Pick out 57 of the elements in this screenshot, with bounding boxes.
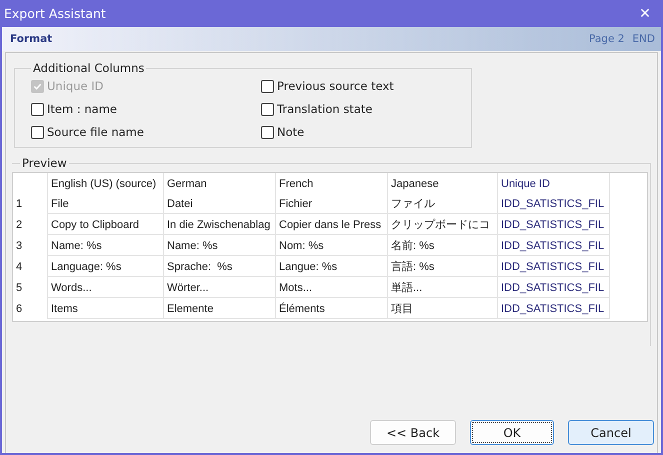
group-title: Preview bbox=[21, 156, 68, 170]
table-cell: Nom: %s bbox=[275, 235, 387, 256]
end-label: END bbox=[632, 33, 655, 45]
column-header: English (US) (source) bbox=[47, 173, 163, 193]
table-cell: Language: %s bbox=[47, 256, 163, 277]
table-cell: Words... bbox=[47, 277, 163, 298]
group-title: Additional Columns bbox=[32, 61, 146, 75]
table-cell: IDD_SATISTICS_FIL bbox=[497, 214, 609, 235]
window-title: Export Assistant bbox=[4, 6, 106, 21]
table-cell: IDD_SATISTICS_FIL bbox=[497, 298, 609, 319]
table-cell: IDD_SATISTICS_FIL bbox=[497, 277, 609, 298]
table-cell: 名前: %s bbox=[387, 235, 497, 256]
table-cell: Copier dans le Press bbox=[275, 214, 387, 235]
table-cell: 単語... bbox=[387, 277, 497, 298]
column-header: Unique ID bbox=[497, 173, 609, 193]
page-heading: Format bbox=[10, 33, 52, 45]
table-cell: IDD_SATISTICS_FIL bbox=[497, 235, 609, 256]
checkbox-option[interactable]: Note bbox=[261, 125, 461, 139]
checkbox-option[interactable]: Translation state bbox=[261, 102, 461, 116]
table-cell: Datei bbox=[163, 193, 275, 214]
column-header: Japanese bbox=[387, 173, 497, 193]
table-cell: Elemente bbox=[163, 298, 275, 319]
table-cell: Name: %s bbox=[163, 235, 275, 256]
row-number: 6 bbox=[15, 302, 24, 317]
table-cell: 言語: %s bbox=[387, 256, 497, 277]
table-cell: Copy to Clipboard bbox=[47, 214, 163, 235]
table-cell: Éléments bbox=[275, 298, 387, 319]
table-cell: Langue: %s bbox=[275, 256, 387, 277]
checkbox-option[interactable]: Item : name bbox=[31, 102, 231, 116]
table-cell: Sprache: %s bbox=[163, 256, 275, 277]
page-number: Page 2 bbox=[588, 33, 624, 45]
table-cell: Items bbox=[47, 298, 163, 319]
table-cell: In die Zwischenablag bbox=[163, 214, 275, 235]
dialog-button[interactable]: OK bbox=[470, 420, 554, 445]
table-cell: Wörter... bbox=[163, 277, 275, 298]
column-header: French bbox=[275, 173, 387, 193]
row-number: 2 bbox=[15, 218, 24, 233]
table-cell: Fichier bbox=[275, 193, 387, 214]
close-button[interactable]: ✕ bbox=[627, 0, 663, 27]
dialog-button[interactable]: Cancel bbox=[568, 420, 654, 445]
table-cell: IDD_SATISTICS_FIL bbox=[497, 193, 609, 214]
dialog-button[interactable]: << Back bbox=[370, 420, 456, 445]
column-header: German bbox=[163, 173, 275, 193]
row-number: 5 bbox=[15, 281, 24, 296]
table-cell: ファイル bbox=[387, 193, 497, 214]
table-cell: クリップボードにコ bbox=[387, 214, 497, 235]
table-cell: 項目 bbox=[387, 298, 497, 319]
table-cell: Mots... bbox=[275, 277, 387, 298]
row-number: 4 bbox=[15, 260, 24, 275]
table-cell: Name: %s bbox=[47, 235, 163, 256]
row-number: 3 bbox=[15, 239, 24, 254]
checkbox-option[interactable]: Source file name bbox=[31, 125, 231, 139]
table-cell: File bbox=[47, 193, 163, 214]
table-cell: IDD_SATISTICS_FIL bbox=[497, 256, 609, 277]
check-mark-icon bbox=[33, 82, 42, 90]
row-number: 1 bbox=[15, 197, 24, 212]
checkbox-option[interactable]: Previous source text bbox=[261, 79, 461, 93]
